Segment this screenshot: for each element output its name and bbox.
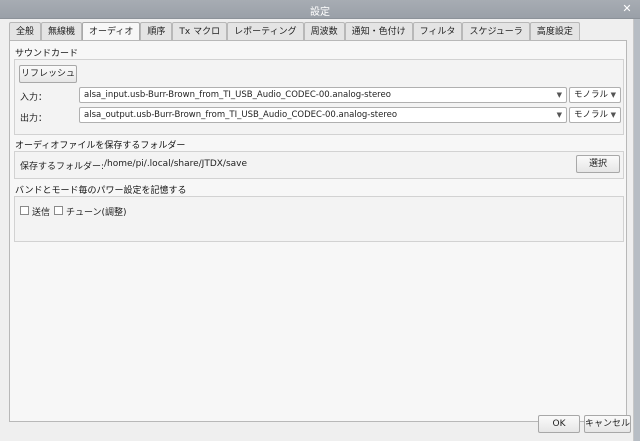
save-folder-group-title: オーディオファイルを保存するフォルダー — [15, 141, 186, 151]
title-bar: 設定 ✕ — [0, 0, 640, 19]
tab-bar: 全般 無線機 オーディオ 順序 Tx マクロ レポーティング 周波数 通知・色付… — [9, 22, 580, 41]
tab-filters[interactable]: フィルタ — [412, 22, 463, 40]
chevron-down-icon: ▼ — [610, 91, 616, 99]
audio-pane: サウンドカード リフレッシュ 入力： alsa_input.usb-Burr-B… — [9, 40, 627, 422]
soundcard-group-title: サウンドカード — [15, 49, 79, 59]
tab-tx-macros[interactable]: Tx マクロ — [172, 22, 228, 40]
cancel-button[interactable]: キャンセル — [584, 415, 631, 433]
tune-power-checkbox[interactable] — [54, 206, 63, 215]
save-folder-path: /home/pi/.local/share/JTDX/save — [104, 159, 248, 169]
settings-dialog: 全般 無線機 オーディオ 順序 Tx マクロ レポーティング 周波数 通知・色付… — [0, 19, 634, 441]
select-folder-button[interactable]: 選択 — [576, 155, 620, 173]
output-channel-select[interactable]: モノラル ▼ — [569, 107, 621, 123]
tab-notifications[interactable]: 通知・色付け — [344, 22, 413, 40]
chevron-down-icon: ▼ — [610, 111, 616, 119]
output-label: 出力： — [20, 114, 48, 124]
output-channel-value: モノラル — [574, 110, 609, 120]
chevron-down-icon: ▼ — [556, 111, 562, 119]
tab-advanced[interactable]: 高度設定 — [529, 22, 580, 40]
input-channel-value: モノラル — [574, 90, 609, 100]
output-device-select[interactable]: alsa_output.usb-Burr-Brown_from_TI_USB_A… — [79, 107, 567, 123]
tx-power-checkbox[interactable] — [20, 206, 29, 215]
window-title: 設定 — [310, 7, 330, 18]
tx-power-label: 送信 — [32, 208, 51, 218]
tab-frequencies[interactable]: 周波数 — [303, 22, 345, 40]
tab-general[interactable]: 全般 — [9, 22, 42, 40]
tune-power-label: チューン(調整) — [66, 208, 127, 218]
ok-button[interactable]: OK — [538, 415, 580, 433]
input-device-select[interactable]: alsa_input.usb-Burr-Brown_from_TI_USB_Au… — [79, 87, 567, 103]
tab-scheduler[interactable]: スケジューラ — [462, 22, 530, 40]
input-device-value: alsa_input.usb-Burr-Brown_from_TI_USB_Au… — [84, 90, 391, 100]
power-group-title: バンドとモード毎のパワー設定を記憶する — [15, 186, 187, 196]
save-folder-label: 保存するフォルダー: — [20, 162, 105, 172]
chevron-down-icon: ▼ — [556, 91, 562, 99]
input-label: 入力： — [20, 93, 48, 103]
power-group — [14, 196, 624, 242]
input-channel-select[interactable]: モノラル ▼ — [569, 87, 621, 103]
tab-audio[interactable]: オーディオ — [82, 22, 141, 41]
tab-radio[interactable]: 無線機 — [41, 22, 83, 40]
output-device-value: alsa_output.usb-Burr-Brown_from_TI_USB_A… — [84, 110, 398, 120]
refresh-button[interactable]: リフレッシュ — [19, 65, 77, 83]
close-icon[interactable]: ✕ — [620, 2, 634, 16]
tab-sequence[interactable]: 順序 — [140, 22, 173, 40]
tab-reporting[interactable]: レポーティング — [227, 22, 304, 40]
